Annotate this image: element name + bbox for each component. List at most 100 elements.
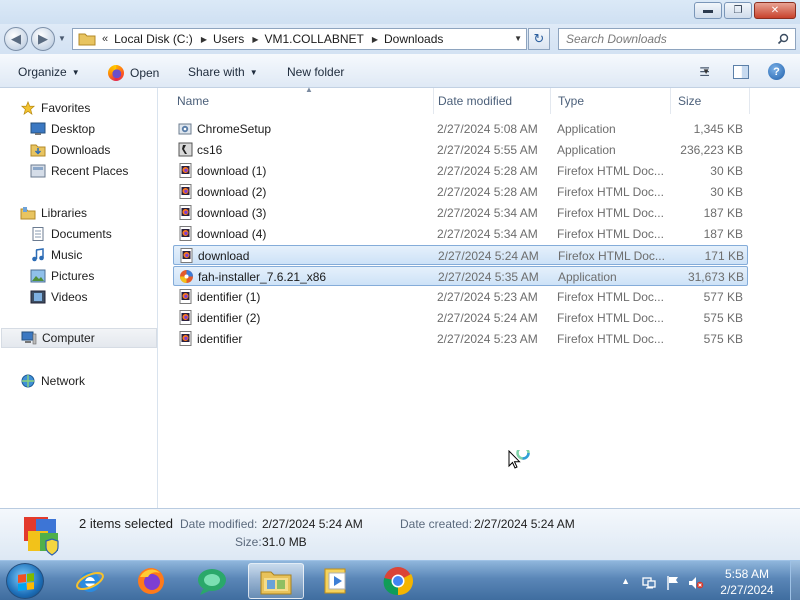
nav-computer[interactable]: Computer <box>1 328 157 348</box>
file-row[interactable]: download (1) 2/27/2024 5:28 AM Firefox HTM… <box>173 161 748 181</box>
view-options-dropdown[interactable]: ▼ <box>702 67 710 76</box>
share-with-button[interactable]: Share with ▼ <box>188 65 258 79</box>
nav-desktop[interactable]: Desktop <box>30 119 95 139</box>
cs16-icon <box>178 142 193 157</box>
file-name: cs16 <box>197 143 223 157</box>
forward-button[interactable]: ▶ <box>31 27 55 51</box>
firefox-html-doc-icon <box>179 310 192 325</box>
file-row[interactable]: identifier (2) 2/27/2024 5:24 AM Firefox H… <box>173 308 748 328</box>
file-row[interactable]: download (4) 2/27/2024 5:34 AM Firefox HTM… <box>173 224 748 244</box>
organize-button[interactable]: Organize ▼ <box>18 65 80 79</box>
breadcrumb-arrow-icon[interactable]: ▶ <box>201 35 207 44</box>
sort-ascending-icon: ▲ <box>305 85 313 94</box>
nav-favorites-label: Favorites <box>41 101 91 115</box>
maximize-button[interactable]: ❐ <box>724 2 752 19</box>
nav-downloads[interactable]: Downloads <box>30 140 110 160</box>
file-row[interactable]: download 2/27/2024 5:24 AM Firefox HTML Do… <box>173 245 748 265</box>
file-date-modified: 2/27/2024 5:24 AM <box>438 249 539 263</box>
nav-pictures[interactable]: Pictures <box>30 266 94 286</box>
nav-libraries[interactable]: Libraries <box>20 203 87 223</box>
column-header-date[interactable]: Date modified <box>430 88 551 114</box>
nav-recent-places[interactable]: Recent Places <box>30 161 128 181</box>
nav-pictures-label: Pictures <box>51 269 95 283</box>
breadcrumb-arrow-icon[interactable]: ▶ <box>372 35 378 44</box>
file-type: Firefox HTML Doc... <box>557 290 664 304</box>
address-overflow-chevron[interactable]: « <box>102 33 108 45</box>
column-header-size[interactable]: Size <box>670 88 750 114</box>
size-label: Size: <box>235 535 262 549</box>
nav-network-label: Network <box>41 374 86 388</box>
start-button[interactable] <box>6 563 44 599</box>
breadcrumb-vm1-collabnet[interactable]: VM1.COLLABNET ▶ <box>264 32 378 46</box>
file-list: Name ▲ Date modified Type Size ChromeSet… <box>159 85 800 508</box>
search-input[interactable] <box>566 32 766 46</box>
forward-arrow-icon: ▶ <box>38 31 48 46</box>
preview-pane-icon[interactable] <box>733 65 749 79</box>
file-row[interactable]: identifier (1) 2/27/2024 5:23 AM Firefox H… <box>173 287 748 307</box>
file-size: 31,673 KB <box>687 270 744 284</box>
taskbar-chrome[interactable] <box>370 563 426 599</box>
network-tray-icon[interactable] <box>641 575 657 594</box>
recent-pages-dropdown[interactable]: ▼ <box>58 34 66 43</box>
taskbar-media-player[interactable] <box>308 563 364 599</box>
taskbar-internet-explorer[interactable] <box>62 563 118 599</box>
file-row[interactable]: fah-installer_7.6.21_x86 2/27/2024 5:35 A… <box>173 266 748 286</box>
close-button[interactable]: ✕ <box>754 2 796 19</box>
file-type: Firefox HTML Doc... <box>557 311 664 325</box>
file-type: Firefox HTML Doc... <box>557 332 664 346</box>
refresh-button[interactable]: ↻ <box>528 28 550 50</box>
action-center-flag-icon[interactable] <box>666 575 680 594</box>
clock-time: 5:58 AM <box>724 567 770 581</box>
breadcrumb-arrow-icon[interactable]: ▶ <box>252 35 258 44</box>
chevron-down-icon: ▼ <box>249 67 258 77</box>
date-modified-value: 2/27/2024 5:24 AM <box>262 517 363 531</box>
size-value: 31.0 MB <box>262 535 307 549</box>
file-name: download (3) <box>197 206 267 220</box>
nav-network[interactable]: Network <box>20 371 85 391</box>
taskbar-windows-explorer[interactable] <box>248 563 304 599</box>
clock[interactable]: 5:58 AM 2/27/2024 <box>712 566 782 598</box>
breadcrumb-local-disk[interactable]: Local Disk (C:) ▶ <box>114 32 207 46</box>
music-icon <box>32 248 44 262</box>
breadcrumb-users[interactable]: Users ▶ <box>213 32 259 46</box>
file-row[interactable]: identifier 2/27/2024 5:23 AM Firefox HTML … <box>173 329 748 349</box>
file-type: Application <box>557 143 616 157</box>
column-header-name[interactable]: Name ▲ <box>169 85 434 114</box>
taskbar-firefox[interactable] <box>123 563 179 599</box>
help-icon[interactable]: ? <box>768 63 785 80</box>
minimize-button[interactable]: ▬ <box>694 2 722 19</box>
file-date-modified: 2/27/2024 5:08 AM <box>437 122 538 136</box>
navigation-pane: Favorites Desktop Downloads Recent Place… <box>0 88 158 508</box>
address-bar[interactable]: « Local Disk (C:) ▶ Users ▶ VM1.COLLABNET ▶… <box>72 28 527 50</box>
open-button[interactable]: Open <box>108 65 159 81</box>
file-row[interactable]: download (2) 2/27/2024 5:28 AM Firefox HTM… <box>173 182 748 202</box>
show-desktop-button[interactable] <box>790 561 800 600</box>
breadcrumb-downloads[interactable]: Downloads <box>384 32 443 46</box>
firefox-icon <box>108 65 124 81</box>
selection-count: 2 items selected <box>79 516 173 531</box>
search-icon[interactable] <box>777 33 789 45</box>
nav-documents[interactable]: Documents <box>30 224 112 244</box>
file-size: 577 KB <box>703 290 743 304</box>
file-row[interactable]: cs16 2/27/2024 5:55 AM Application 236,223 … <box>173 140 748 160</box>
volume-muted-icon[interactable] <box>688 575 704 594</box>
address-dropdown-icon[interactable]: ▼ <box>514 34 522 43</box>
column-header-type[interactable]: Type <box>550 88 671 114</box>
file-row[interactable]: ChromeSetup 2/27/2024 5:08 AM Application 1… <box>173 119 748 139</box>
firefox-html-doc-icon <box>180 248 193 263</box>
search-box[interactable] <box>558 28 796 50</box>
file-row[interactable]: download (3) 2/27/2024 5:34 AM Firefox HTM… <box>173 203 748 223</box>
date-modified-label: Date modified: <box>180 517 258 531</box>
nav-computer-label: Computer <box>42 331 95 345</box>
nav-videos[interactable]: Videos <box>30 287 87 307</box>
nav-favorites[interactable]: Favorites <box>20 98 90 118</box>
back-button[interactable]: ◀ <box>4 27 28 51</box>
show-hidden-icons-icon[interactable]: ▲ <box>621 576 630 586</box>
taskbar-chat-app[interactable] <box>184 563 240 599</box>
file-date-modified: 2/27/2024 5:34 AM <box>437 206 538 220</box>
file-date-modified: 2/27/2024 5:24 AM <box>437 311 538 325</box>
file-name: download (4) <box>197 227 267 241</box>
firefox-html-doc-icon <box>179 331 192 346</box>
new-folder-button[interactable]: New folder <box>287 65 344 79</box>
nav-music[interactable]: Music <box>30 245 82 265</box>
